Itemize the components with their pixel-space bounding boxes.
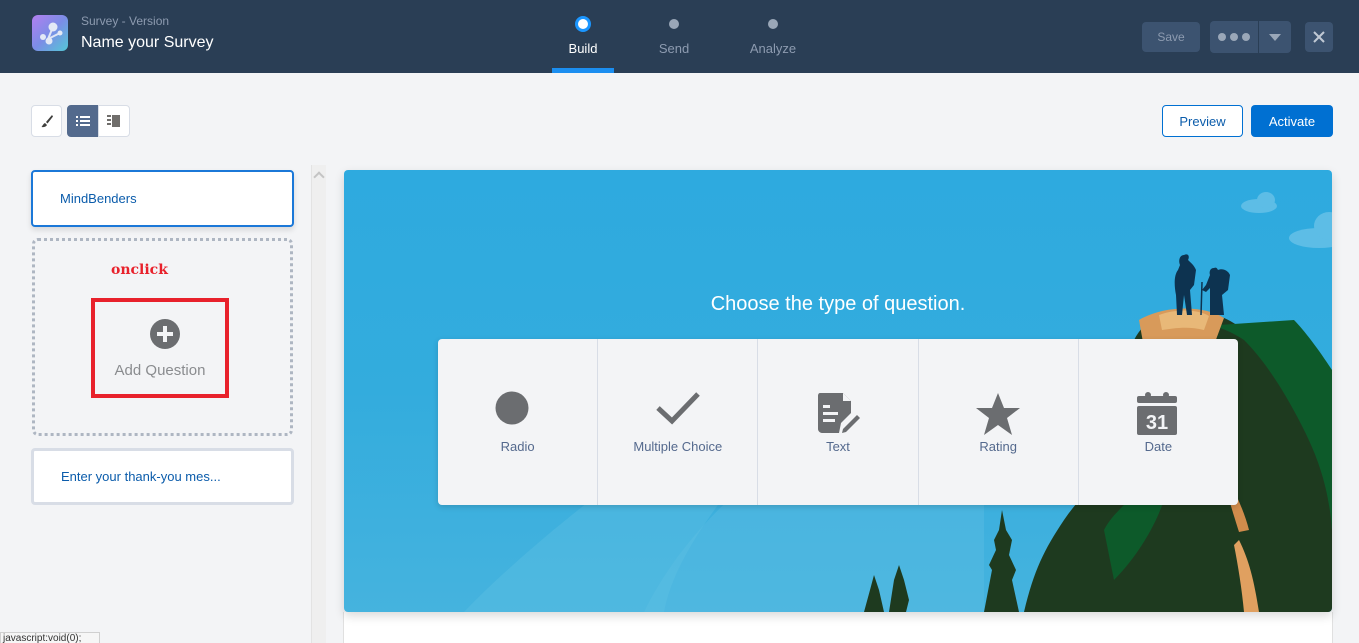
step-indicator-icon xyxy=(669,19,679,29)
question-type-label: Rating xyxy=(979,439,1017,454)
question-type-label: Multiple Choice xyxy=(633,439,723,454)
chevron-down-icon xyxy=(1269,33,1281,41)
step-label: Build xyxy=(568,41,598,56)
star-icon xyxy=(975,391,1021,437)
activate-button[interactable]: Activate xyxy=(1251,105,1333,137)
step-build[interactable]: Build xyxy=(552,0,614,73)
thank-you-page-card[interactable]: Enter your thank-you mes... xyxy=(31,448,294,505)
chevron-up-icon[interactable] xyxy=(313,171,325,183)
onclick-annotation: onclick xyxy=(111,262,168,278)
question-type-text[interactable]: Text xyxy=(758,339,919,505)
question-type-radio[interactable]: Radio xyxy=(438,339,599,505)
add-circle-icon xyxy=(150,319,180,349)
question-type-multiple-choice[interactable]: Multiple Choice xyxy=(598,339,759,505)
list-view-button[interactable] xyxy=(67,105,98,137)
preview-button[interactable]: Preview xyxy=(1162,105,1243,137)
page-layout-icon xyxy=(107,115,120,127)
survey-canvas-page xyxy=(343,612,1333,643)
step-indicator-icon xyxy=(575,16,591,32)
text-document-icon xyxy=(815,391,861,437)
survey-name[interactable]: Name your Survey xyxy=(81,34,214,52)
survey-version-label: Survey - Version xyxy=(81,14,170,28)
pages-panel-scrollbar[interactable] xyxy=(311,165,326,643)
thank-you-page-title: Enter your thank-you mes... xyxy=(61,469,221,484)
question-type-picker: Radio Multiple Choice Text Rating 31 Dat… xyxy=(438,339,1238,505)
page-view-button[interactable] xyxy=(98,105,130,137)
list-icon xyxy=(75,116,90,126)
more-icon xyxy=(1218,33,1250,41)
calendar-day-text: 31 xyxy=(1146,412,1168,434)
question-type-prompt: Choose the type of question. xyxy=(710,293,966,315)
checkmark-icon xyxy=(655,391,701,437)
calendar-icon: 31 xyxy=(1135,391,1181,437)
question-type-label: Text xyxy=(826,439,850,454)
question-type-label: Date xyxy=(1144,439,1173,454)
welcome-page-title: MindBenders xyxy=(60,191,137,206)
add-question-label: Add Question xyxy=(114,362,206,379)
more-actions-button[interactable] xyxy=(1210,21,1258,53)
active-step-underline xyxy=(552,68,614,73)
add-question-button[interactable]: Add Question xyxy=(91,298,229,398)
question-type-rating[interactable]: Rating xyxy=(919,339,1079,505)
step-indicator-icon xyxy=(768,19,778,29)
step-label: Send xyxy=(658,41,690,56)
theme-brush-button[interactable] xyxy=(31,105,62,137)
question-type-date[interactable]: 31 Date xyxy=(1079,339,1238,505)
step-analyze[interactable]: Analyze xyxy=(742,0,804,73)
survey-hero-banner: Choose the type of question. Radio Multi… xyxy=(344,170,1332,612)
close-icon xyxy=(1313,31,1325,43)
app-header: Survey - Version Name your Survey Build … xyxy=(0,0,1359,73)
step-label: Analyze xyxy=(749,41,797,56)
more-actions-dropdown[interactable] xyxy=(1259,21,1291,53)
survey-app-icon xyxy=(32,15,68,51)
save-button[interactable]: Save xyxy=(1142,22,1200,52)
status-bar-url: javascript:void(0); xyxy=(0,632,100,643)
welcome-page-card[interactable]: MindBenders xyxy=(31,170,294,227)
brush-icon xyxy=(41,115,53,128)
radio-icon xyxy=(495,391,541,437)
question-type-label: Radio xyxy=(500,439,535,454)
close-button[interactable] xyxy=(1305,22,1333,52)
step-send[interactable]: Send xyxy=(643,0,705,73)
